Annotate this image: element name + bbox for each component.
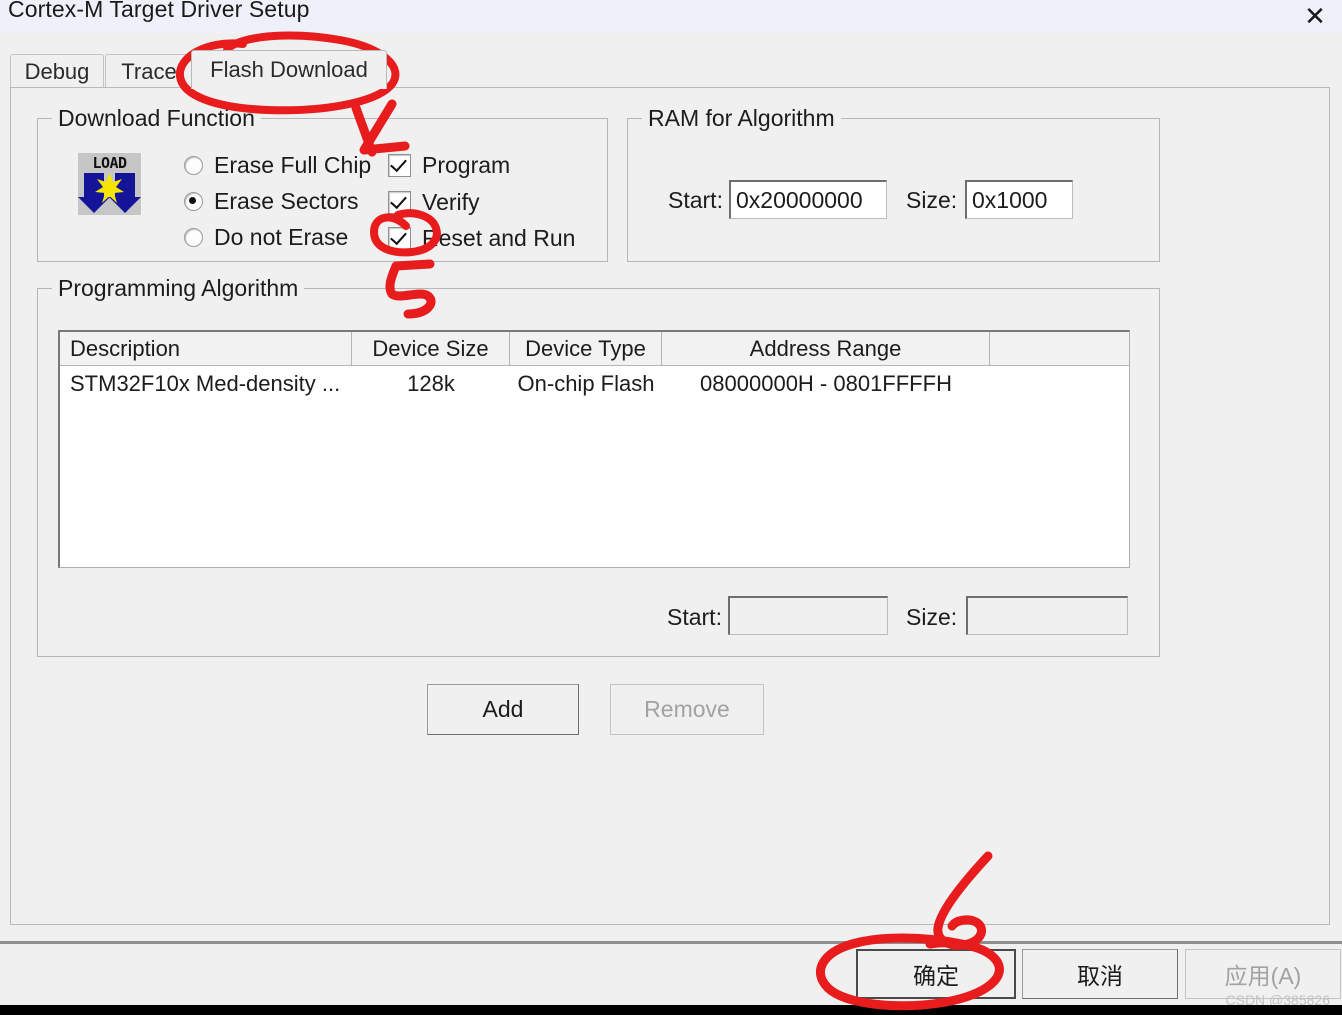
- checkbox-program-indicator[interactable]: [388, 154, 411, 177]
- remove-button: Remove: [610, 684, 764, 735]
- ram-size-input[interactable]: 0x1000: [965, 180, 1073, 219]
- tab-debug-label: Debug: [24, 58, 90, 84]
- cell-extra: [990, 367, 1127, 401]
- window-title: Cortex-M Target Driver Setup: [8, 0, 310, 22]
- checkbox-verify-indicator[interactable]: [388, 191, 411, 214]
- radio-erase-sectors[interactable]: Erase Sectors: [184, 188, 358, 215]
- checkbox-reset-and-run-label: Reset and Run: [422, 225, 576, 251]
- close-icon[interactable]: ✕: [1288, 0, 1342, 32]
- tab-strip: Debug Trace Flash Download: [10, 50, 1332, 89]
- radio-erase-sectors-indicator[interactable]: [184, 192, 203, 211]
- column-header-device-type[interactable]: Device Type: [510, 332, 662, 365]
- ok-button[interactable]: 确定: [856, 949, 1016, 999]
- checkbox-reset-and-run[interactable]: Reset and Run: [388, 225, 575, 252]
- title-bar: Cortex-M Target Driver Setup ✕: [0, 0, 1342, 33]
- cell-description: STM32F10x Med-density ...: [70, 371, 341, 396]
- ram-start-input[interactable]: 0x20000000: [729, 180, 887, 219]
- algorithm-start-label: Start:: [667, 604, 722, 630]
- download-function-legend: Download Function: [52, 105, 261, 132]
- radio-do-not-erase-indicator[interactable]: [184, 228, 203, 247]
- column-header-extra[interactable]: [990, 332, 1127, 365]
- bottom-divider: [0, 941, 1342, 944]
- add-button-label: Add: [482, 696, 524, 722]
- tab-flash-download[interactable]: Flash Download: [191, 50, 387, 89]
- tab-debug[interactable]: Debug: [10, 54, 104, 88]
- ram-size-label: Size:: [906, 187, 958, 213]
- cancel-button-label: 取消: [1077, 963, 1123, 989]
- ram-size-value: 0x1000: [972, 186, 1048, 213]
- radio-erase-full-chip[interactable]: Erase Full Chip: [184, 152, 371, 179]
- tab-trace-label: Trace: [121, 58, 177, 84]
- column-header-description[interactable]: Description: [60, 332, 352, 365]
- load-icon-arrows: [78, 173, 141, 213]
- ram-start-label: Start:: [668, 187, 723, 213]
- ram-start-value: 0x20000000: [736, 186, 863, 213]
- checkbox-verify-label: Verify: [422, 189, 480, 215]
- cell-device-type: On-chip Flash: [517, 371, 655, 396]
- ok-button-label: 确定: [913, 963, 959, 989]
- radio-do-not-erase-label: Do not Erase: [214, 224, 349, 250]
- ram-for-algorithm-legend: RAM for Algorithm: [642, 105, 841, 132]
- radio-erase-full-chip-label: Erase Full Chip: [214, 152, 372, 178]
- load-icon-text: LOAD: [92, 154, 127, 172]
- target-driver-setup-window: Cortex-M Target Driver Setup ✕ Debug Tra…: [0, 0, 1342, 1008]
- tab-trace[interactable]: Trace: [105, 54, 193, 88]
- checkbox-verify[interactable]: Verify: [388, 189, 480, 216]
- programming-algorithm-legend: Programming Algorithm: [52, 275, 305, 302]
- checkbox-program-label: Program: [422, 152, 511, 178]
- radio-do-not-erase[interactable]: Do not Erase: [184, 224, 348, 251]
- radio-erase-full-chip-indicator[interactable]: [184, 156, 203, 175]
- cancel-button[interactable]: 取消: [1022, 949, 1178, 999]
- algorithm-size-label: Size:: [906, 604, 958, 630]
- tab-flash-download-label: Flash Download: [210, 57, 368, 82]
- column-header-address-range[interactable]: Address Range: [662, 332, 990, 365]
- checkbox-reset-and-run-indicator[interactable]: [388, 227, 411, 250]
- programming-algorithm-table[interactable]: Description Device Size Device Type Addr…: [58, 330, 1130, 568]
- algorithm-start-input[interactable]: [728, 596, 888, 635]
- cell-device-size: 128k: [407, 371, 455, 396]
- cell-address-range: 08000000H - 0801FFFFH: [700, 371, 952, 396]
- bottom-black-bar: [0, 1005, 1342, 1015]
- column-header-device-size[interactable]: Device Size: [352, 332, 510, 365]
- table-header-row: Description Device Size Device Type Addr…: [60, 332, 1129, 366]
- radio-erase-sectors-label: Erase Sectors: [214, 188, 359, 214]
- apply-button-label: 应用(A): [1224, 963, 1302, 989]
- algorithm-size-input[interactable]: [966, 596, 1128, 635]
- checkbox-program[interactable]: Program: [388, 152, 510, 179]
- load-flash-icon: LOAD: [78, 153, 141, 215]
- table-row[interactable]: STM32F10x Med-density ... 128k On-chip F…: [60, 367, 1129, 401]
- remove-button-label: Remove: [644, 696, 730, 722]
- add-button[interactable]: Add: [427, 684, 579, 735]
